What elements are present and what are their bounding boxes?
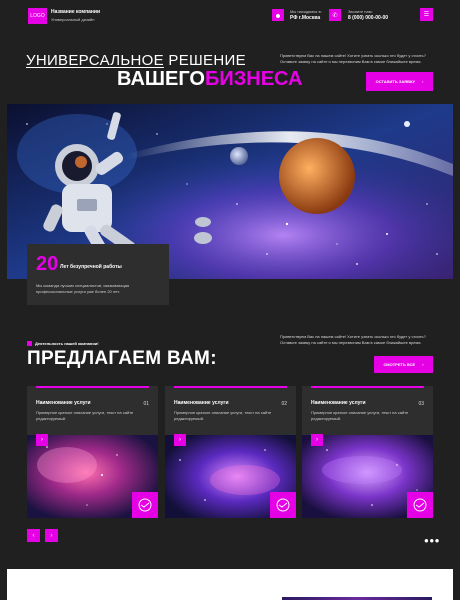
- service-card[interactable]: Наименование услуги 02 Примерное краткое…: [165, 386, 296, 518]
- hero-title-underlined: УНИВЕРСАЛЬНОЕ: [26, 52, 164, 69]
- card-description: Примерное краткое описание услуги, текст…: [311, 410, 409, 421]
- card-description: Примерное краткое описание услуги, текст…: [174, 410, 272, 421]
- card-description: Примерное краткое описание услуги, текст…: [36, 410, 134, 421]
- hero-title-line1: УНИВЕРСАЛЬНОЕ РЕШЕНИЕ: [26, 52, 246, 69]
- arrow-right-icon: ›: [422, 362, 424, 367]
- menu-button[interactable]: ☰: [420, 8, 433, 21]
- phone-icon[interactable]: ✆: [329, 9, 341, 21]
- hero-title-accent: БИЗНЕСА: [204, 68, 303, 90]
- prev-slide-button[interactable]: ‹: [27, 529, 40, 542]
- card-number: 03: [418, 401, 424, 407]
- experience-box: 20 Лет безупречной работы Мы команда луч…: [27, 244, 169, 305]
- phone-value[interactable]: 8 (000) 000-00-00: [348, 15, 388, 21]
- card-title: Наименование услуги: [36, 400, 91, 406]
- handshake-icon: [270, 492, 296, 518]
- experience-number: 20: [36, 253, 59, 275]
- menu-icon: ☰: [423, 12, 430, 18]
- hero-title-line2: ВАШЕГОБИЗНЕСА: [117, 68, 302, 91]
- card-accent-bar: [174, 386, 287, 388]
- hero-title-white: ВАШЕГО: [117, 68, 205, 90]
- next-section: [7, 569, 453, 600]
- service-card[interactable]: Наименование услуги 03 Примерное краткое…: [302, 386, 433, 518]
- card-accent-bar: [311, 386, 424, 388]
- handshake-icon: [132, 492, 158, 518]
- location-pin-icon[interactable]: ⬤: [272, 9, 284, 21]
- card-arrow-button[interactable]: ›: [311, 434, 323, 446]
- pin-glyph: ⬤: [275, 12, 281, 18]
- hero-description: Приветствуем Вас на нашем сайте! Хотите …: [280, 53, 426, 64]
- card-accent-bar: [36, 386, 149, 388]
- more-dots-icon[interactable]: ●●●: [424, 536, 440, 545]
- hero-title-rest: РЕШЕНИЕ: [163, 52, 246, 69]
- card-number: 02: [281, 401, 287, 407]
- card-arrow-button[interactable]: ›: [36, 434, 48, 446]
- arrow-right-icon: ›: [179, 437, 181, 443]
- next-slide-button[interactable]: ›: [45, 529, 58, 542]
- view-all-button[interactable]: СМОТРЕТЬ ВСЕ ›: [374, 356, 433, 373]
- cta-label: ОСТАВИТЬ ЗАЯВКУ: [375, 79, 416, 84]
- arrow-right-icon: ›: [41, 437, 43, 443]
- phone-caption: Звоните нам:: [348, 9, 373, 14]
- services-description: Приветствуем Вас на нашем сайте! Хотите …: [280, 334, 426, 345]
- chevron-left-icon: ‹: [32, 532, 35, 539]
- location-value: РФ г.Москва: [290, 15, 321, 21]
- experience-label: Лет безупречной работы: [60, 264, 122, 270]
- experience-text: Мы команда лучших специалистов, оказываю…: [36, 283, 130, 294]
- card-number: 01: [143, 401, 149, 407]
- chevron-right-icon: ›: [50, 532, 53, 539]
- card-title: Наименование услуги: [174, 400, 229, 406]
- company-name: Название компании: [51, 9, 101, 15]
- logo[interactable]: LOGO: [28, 8, 47, 24]
- section-badge: Деятельность нашей компании!: [35, 341, 99, 346]
- service-card[interactable]: Наименование услуги 01 Примерное краткое…: [27, 386, 158, 518]
- handshake-icon: [407, 492, 433, 518]
- arrow-right-icon: ›: [316, 437, 318, 443]
- section-marker-icon: [27, 341, 32, 346]
- card-arrow-button[interactable]: ›: [174, 434, 186, 446]
- location-caption: Мы находимся в:: [290, 9, 322, 14]
- view-all-label: СМОТРЕТЬ ВСЕ: [383, 362, 416, 367]
- services-title: ПРЕДЛАГАЕМ ВАМ:: [27, 348, 217, 369]
- leave-request-button[interactable]: ОСТАВИТЬ ЗАЯВКУ ›: [366, 72, 433, 91]
- arrow-right-icon: ›: [422, 79, 424, 84]
- phone-glyph: ✆: [332, 12, 338, 19]
- card-title: Наименование услуги: [311, 400, 366, 406]
- company-subtitle: Универсальный дизайн: [51, 17, 95, 22]
